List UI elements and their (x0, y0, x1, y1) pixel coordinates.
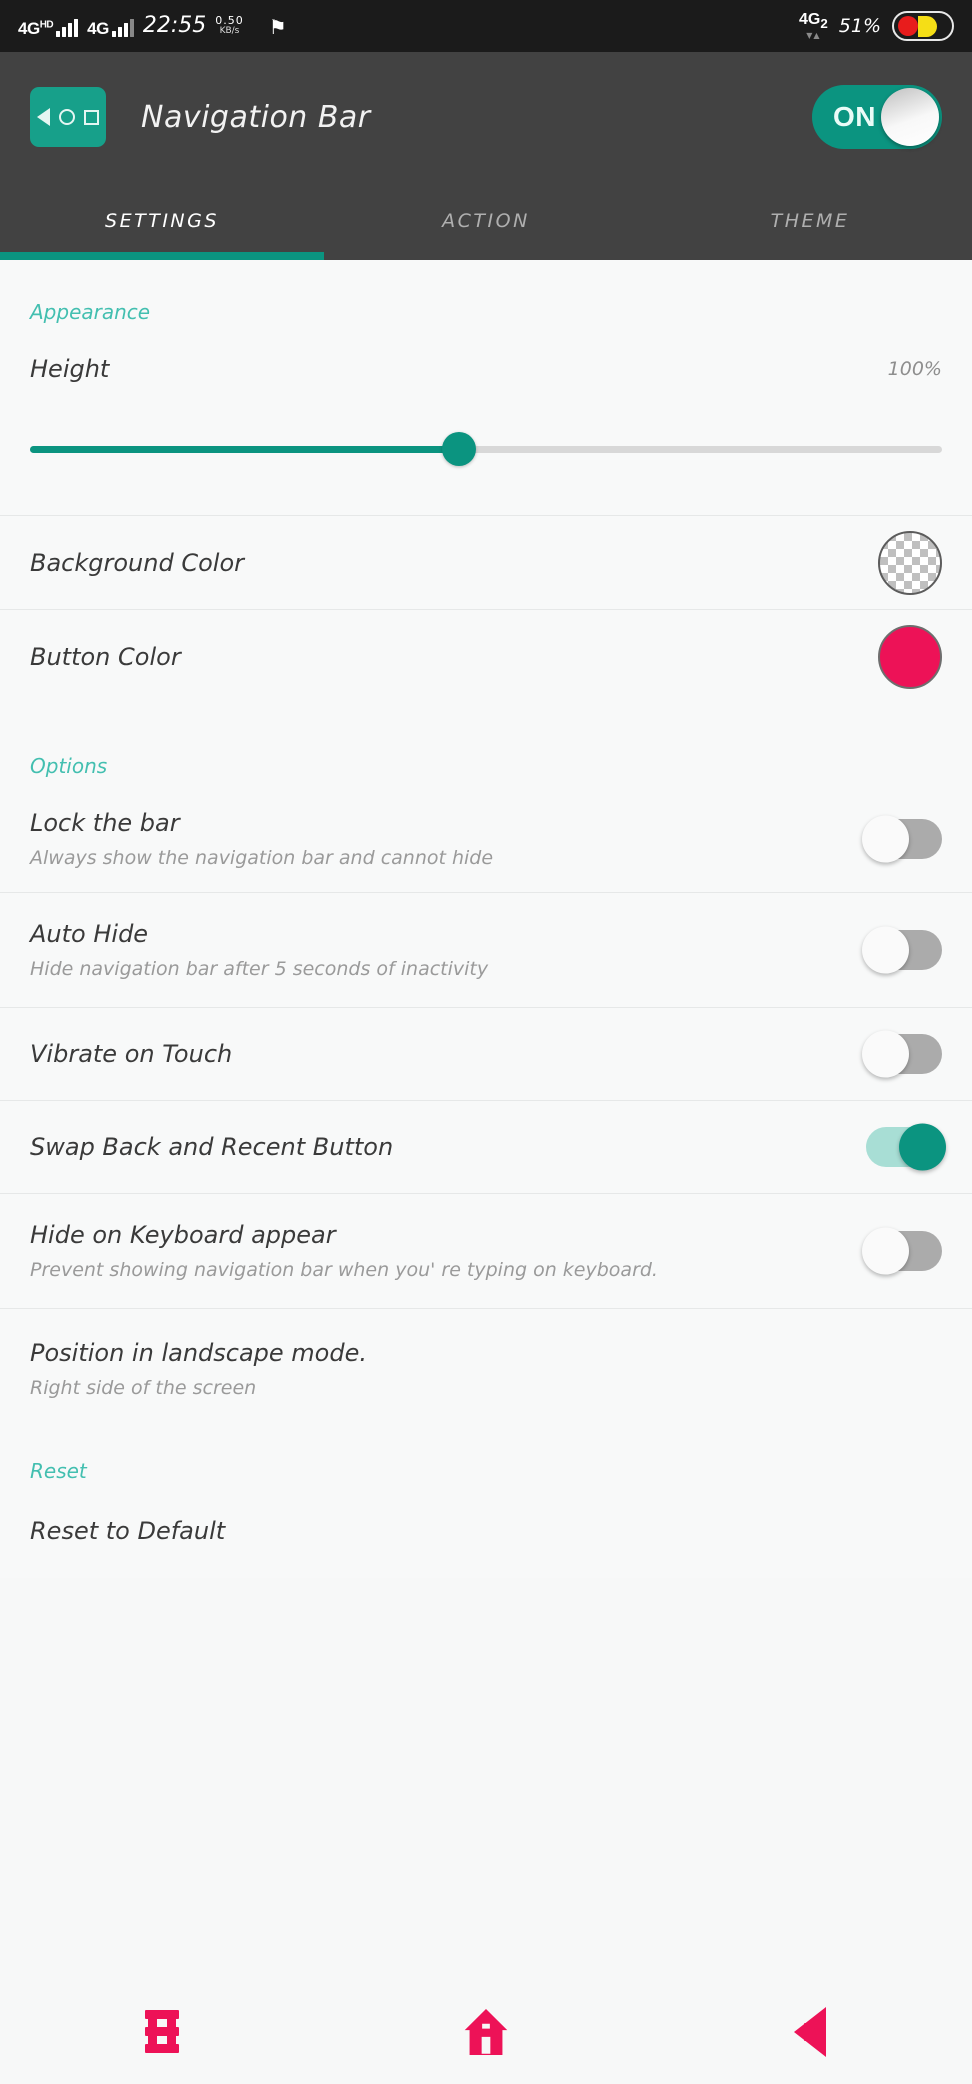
swap-back-recent-labels: Swap Back and Recent Button (30, 1133, 866, 1161)
signal-indicator-2: 4G (87, 17, 134, 37)
hide-on-keyboard-subtitle: Prevent showing navigation bar when you'… (30, 1259, 658, 1281)
network-speed-unit: KB/s (219, 25, 240, 36)
height-slider-track[interactable] (30, 432, 942, 466)
toggle-knob (899, 1123, 946, 1171)
master-toggle-knob (881, 88, 939, 146)
vibrate-on-touch-title: Vibrate on Touch (30, 1040, 233, 1068)
network-speed: 0.50 KB/s (215, 15, 244, 36)
recent-square-icon (84, 109, 99, 125)
option-row-hide-on-keyboard[interactable]: Hide on Keyboard appear Prevent showing … (0, 1194, 972, 1309)
app-bar: Navigation Bar ON (0, 52, 972, 182)
height-slider-thumb[interactable] (441, 432, 476, 466)
lock-the-bar-labels: Lock the bar Always show the navigation … (30, 809, 866, 869)
height-slider[interactable] (30, 414, 942, 484)
swap-back-recent-title: Swap Back and Recent Button (30, 1133, 394, 1161)
status-bar-left: 4GHD 4G 22:55 0.50 KB/s ⚑ (18, 15, 799, 37)
height-title: Height (30, 355, 110, 383)
network-type-label-2: 4G (87, 19, 109, 38)
background-color-swatch[interactable] (878, 530, 942, 595)
section-header-options: Options (30, 754, 108, 778)
network-type-label: 4GHD (18, 19, 54, 38)
flag-check-icon: ⚑ (268, 15, 287, 39)
height-slider-block (0, 414, 972, 484)
back-triangle-icon (37, 108, 50, 126)
clock: 22:55 (142, 13, 207, 38)
settings-content: Appearance Height 100% Background Color … (0, 260, 972, 1578)
option-row-lock-the-bar[interactable]: Lock the bar Always show the navigation … (0, 778, 972, 893)
toggle-knob (862, 1030, 909, 1078)
tab-active-indicator (0, 252, 324, 260)
lock-the-bar-subtitle: Always show the navigation bar and canno… (30, 847, 494, 869)
option-row-landscape-position[interactable]: Position in landscape mode. Right side o… (0, 1309, 972, 1429)
option-row-vibrate-on-touch[interactable]: Vibrate on Touch (0, 1008, 972, 1101)
toggle-knob (862, 926, 909, 974)
navigation-bar-app-icon (30, 87, 106, 147)
nav-button-recent[interactable] (0, 2010, 324, 2054)
reset-to-default-row[interactable]: Reset to Default (0, 1483, 972, 1578)
button-color-labels: Button Color (30, 643, 878, 671)
battery-percent-label: 51% (838, 15, 881, 37)
lock-the-bar-toggle[interactable] (862, 815, 942, 863)
height-value: 100% (887, 358, 942, 380)
auto-hide-subtitle: Hide navigation bar after 5 seconds of i… (30, 958, 489, 980)
home-circle-icon (59, 109, 75, 125)
master-toggle-label: ON (833, 101, 876, 132)
background-color-labels: Background Color (30, 549, 878, 577)
auto-hide-labels: Auto Hide Hide navigation bar after 5 se… (30, 920, 866, 980)
landscape-position-title: Position in landscape mode. (30, 1339, 367, 1367)
landscape-position-labels: Position in landscape mode. Right side o… (30, 1339, 942, 1399)
nav-button-back[interactable] (648, 2007, 972, 2057)
hide-on-keyboard-title: Hide on Keyboard appear (30, 1221, 336, 1249)
network-speed-value: 0.50 (215, 14, 244, 28)
tab-action[interactable]: ACTION (324, 182, 648, 260)
status-bar-right: 4G2 ▼▲ 51% (799, 11, 954, 41)
option-row-swap-back-and-recent[interactable]: Swap Back and Recent Button (0, 1101, 972, 1194)
page-title: Navigation Bar (141, 99, 371, 135)
auto-hide-title: Auto Hide (30, 920, 149, 948)
signal-bars-icon (56, 17, 79, 37)
button-color-title: Button Color (30, 643, 181, 671)
section-header-appearance: Appearance (30, 300, 151, 324)
section-header-reset: Reset (30, 1459, 87, 1483)
data-indicator-icon: 4G2 ▼▲ (799, 11, 828, 40)
height-labels: Height (30, 355, 888, 383)
tab-theme[interactable]: THEME (648, 182, 972, 260)
appearance-divider (0, 484, 972, 516)
height-row: Height 100% (0, 324, 972, 414)
status-bar: 4GHD 4G 22:55 0.50 KB/s ⚑ 4G2 ▼▲ 51% (0, 0, 972, 52)
home-icon (464, 2009, 508, 2055)
reset-to-default-labels: Reset to Default (30, 1517, 942, 1545)
tab-bar: SETTINGS ACTION THEME (0, 182, 972, 260)
toggle-knob (862, 815, 909, 863)
back-icon (794, 2007, 826, 2057)
hide-on-keyboard-toggle[interactable] (862, 1227, 942, 1275)
button-color-swatch[interactable] (878, 625, 942, 689)
hide-on-keyboard-labels: Hide on Keyboard appear Prevent showing … (30, 1221, 866, 1281)
option-row-auto-hide[interactable]: Auto Hide Hide navigation bar after 5 se… (0, 893, 972, 1008)
vibrate-on-touch-toggle[interactable] (862, 1030, 942, 1078)
reset-to-default-title: Reset to Default (30, 1516, 226, 1545)
height-slider-fill (30, 445, 459, 453)
navigation-bar-overlay (0, 1980, 972, 2084)
vibrate-on-touch-labels: Vibrate on Touch (30, 1040, 866, 1068)
battery-icon (892, 11, 954, 41)
signal-indicator-1: 4GHD (18, 17, 79, 38)
lock-the-bar-title: Lock the bar (30, 809, 180, 837)
swap-back-recent-toggle[interactable] (866, 1123, 946, 1171)
signal-bars-icon-2 (111, 17, 134, 37)
background-color-title: Background Color (30, 548, 244, 577)
button-color-row[interactable]: Button Color (0, 610, 972, 704)
tab-settings[interactable]: SETTINGS (0, 182, 324, 260)
background-color-row[interactable]: Background Color (0, 516, 972, 610)
auto-hide-toggle[interactable] (862, 926, 942, 974)
recent-apps-icon (145, 2010, 179, 2054)
landscape-position-subtitle: Right side of the screen (30, 1377, 257, 1399)
toggle-knob (862, 1227, 909, 1275)
nav-button-home[interactable] (324, 2003, 648, 2061)
master-enable-toggle[interactable]: ON (812, 85, 942, 149)
